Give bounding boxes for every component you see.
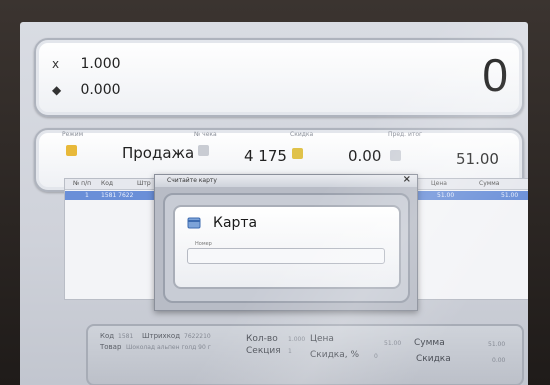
mode-icon	[66, 145, 77, 156]
last-total-caption: Пред. итог	[388, 131, 423, 138]
check-caption: № чека	[194, 131, 217, 138]
card-number-input[interactable]	[187, 248, 385, 264]
item-details-panel: Код 1581 Штрихкод 7622210 Товар Шоколад …	[86, 324, 524, 385]
discount-pct-value: 0	[374, 353, 378, 360]
sum-value: 51.00	[488, 341, 506, 348]
card-heading: Карта	[213, 215, 258, 231]
pos-screen: x 1.000 ◆ 0.000 0 Режим Продажа № чека 4…	[20, 22, 528, 385]
check-icon	[198, 145, 209, 156]
discount-value: 0.00	[348, 147, 382, 165]
quantity-total-panel: x 1.000 ◆ 0.000 0	[34, 38, 524, 117]
col-price: Цена	[431, 180, 447, 187]
quantity-value: 1.000	[80, 56, 121, 72]
card-number-caption: Номер	[195, 241, 212, 247]
discount-pct-label: Скидка, %	[310, 350, 360, 360]
discount-caption: Скидка	[290, 131, 314, 138]
row-price: 51.00	[437, 192, 455, 199]
dialog-title: Считайте карту	[167, 177, 217, 184]
card-icon	[187, 217, 201, 229]
price-icon: ◆	[52, 83, 62, 97]
discount-icon	[292, 148, 303, 159]
check-value: 4 175	[244, 147, 287, 165]
last-total-value: 51.00	[456, 150, 499, 168]
last-total-icon	[390, 150, 401, 161]
price-row: ◆ 0.000	[52, 82, 121, 98]
goods-label: Товар	[100, 343, 122, 351]
section-value: 1	[288, 348, 292, 355]
row-sum: 51.00	[501, 192, 519, 199]
mode-caption: Режим	[62, 131, 84, 138]
price-value: 0.000	[80, 82, 121, 98]
row-code: 1581 7622	[101, 192, 134, 199]
mode-value: Продажа	[122, 144, 195, 162]
item-price-label: Цена	[310, 334, 334, 344]
close-icon[interactable]: ×	[403, 174, 411, 185]
col-number: № п/п	[73, 180, 92, 187]
col-barcode: Штр	[137, 180, 151, 187]
col-code: Код	[101, 180, 114, 187]
bottom-discount-value: 0.00	[492, 357, 506, 364]
code-label: Код	[100, 332, 115, 340]
dialog-body: Карта Номер	[163, 193, 410, 303]
section-label: Секция	[246, 346, 281, 356]
item-price-value: 51.00	[384, 340, 402, 347]
bottom-discount-label: Скидка	[416, 354, 451, 364]
barcode-label: Штрихкод	[142, 332, 181, 340]
goods-value: Шоколад альпен голд 90 г	[126, 344, 211, 351]
sum-label: Сумма	[414, 338, 445, 348]
dialog-title-bar: Считайте карту ×	[155, 174, 417, 187]
col-sum: Сумма	[479, 180, 500, 187]
quantity-label: x	[52, 57, 60, 71]
quantity-row: x 1.000	[52, 56, 121, 72]
total-display: 0	[482, 49, 508, 101]
qty-label: Кол-во	[246, 334, 278, 344]
code-value: 1581	[118, 333, 134, 340]
card-panel: Карта Номер	[173, 205, 401, 289]
scan-card-dialog: Считайте карту × Карта Номер	[154, 174, 418, 311]
qty-value: 1.000	[288, 336, 306, 343]
barcode-value: 7622210	[184, 333, 211, 340]
row-number: 1	[85, 192, 89, 199]
